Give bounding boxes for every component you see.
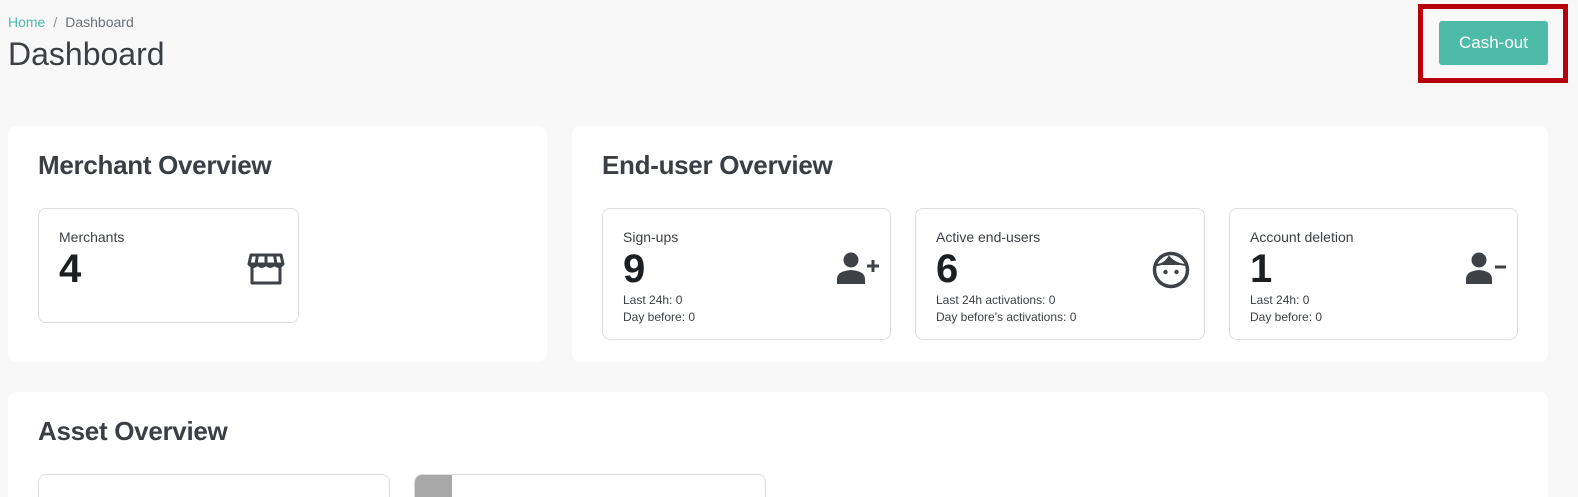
active-endusers-label: Active end-users: [936, 229, 1041, 245]
store-icon: [247, 251, 285, 292]
active-day-before: Day before's activations: 0: [936, 310, 1077, 324]
deletion-day-before: Day before: 0: [1250, 310, 1323, 324]
account-deletion-label: Account deletion: [1250, 229, 1354, 245]
active-endusers-card: Active end-users 6 Last 24h activations:…: [915, 208, 1205, 340]
merchants-label: Merchants: [59, 229, 125, 245]
breadcrumb-home-link[interactable]: Home: [8, 14, 45, 30]
signups-card: Sign-ups 9 Last 24h: 0 Day before: 0: [602, 208, 891, 340]
dashboard-page: Home / Dashboard Dashboard Cash-out Merc…: [0, 0, 1578, 497]
merchant-overview-title: Merchant Overview: [38, 150, 272, 180]
user-remove-icon: [1466, 251, 1508, 290]
account-deletion-value: 1: [1250, 247, 1273, 291]
signups-label: Sign-ups: [623, 229, 679, 245]
enduser-overview-panel: End-user Overview Sign-ups 9 Last 24h: 0…: [572, 126, 1548, 362]
account-deletion-card: Account deletion 1 Last 24h: 0 Day befor…: [1229, 208, 1518, 340]
breadcrumb-separator: /: [53, 14, 58, 30]
signups-last24h: Last 24h: 0: [623, 293, 683, 307]
signups-day-before: Day before: 0: [623, 310, 696, 324]
user-add-icon: [837, 251, 881, 290]
cashout-button[interactable]: Cash-out: [1439, 21, 1548, 65]
merchants-value: 4: [59, 247, 82, 291]
deletion-last24h: Last 24h: 0: [1250, 293, 1310, 307]
active-last24h: Last 24h activations: 0: [936, 293, 1056, 307]
merchants-card: Merchants 4: [38, 208, 299, 323]
face-icon: [1152, 251, 1190, 294]
enduser-overview-title: End-user Overview: [602, 150, 833, 180]
asset-card: [414, 474, 766, 497]
breadcrumb-current: Dashboard: [65, 14, 134, 30]
merchant-overview-panel: Merchant Overview Merchants 4: [8, 126, 547, 362]
signups-value: 9: [623, 247, 646, 291]
active-endusers-value: 6: [936, 247, 959, 291]
asset-color-strip: [415, 475, 452, 497]
breadcrumb: Home / Dashboard: [8, 14, 134, 30]
asset-overview-title: Asset Overview: [38, 416, 228, 446]
page-title: Dashboard: [8, 36, 165, 72]
asset-card: [38, 474, 390, 497]
asset-overview-panel: Asset Overview: [8, 392, 1548, 497]
